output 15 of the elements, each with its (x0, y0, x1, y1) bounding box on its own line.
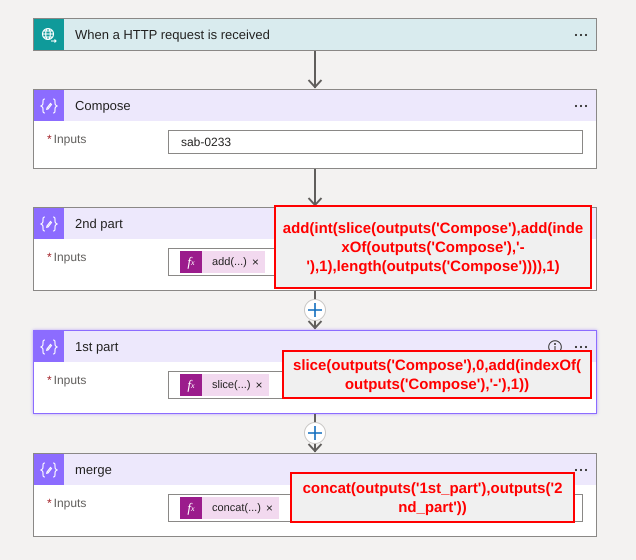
expression-tooltip: add(int(slice(outputs('Compose'),add(indexOf(outputs('Compose'),'-'),1),length(outputs('Compose')))),1) (274, 205, 592, 289)
card-title: When a HTTP request is received (75, 27, 270, 42)
card-title: Compose (75, 98, 131, 113)
card-title: 1st part (75, 339, 118, 354)
token-label: add(...) (212, 256, 247, 268)
field-label: * Inputs (47, 372, 88, 387)
field-label: * Inputs (47, 249, 88, 264)
expression-tooltip: concat(outputs('1st_part'),outputs('2nd_part')) (290, 472, 575, 523)
token-label: slice(...) (212, 379, 250, 391)
card-title: 2nd part (75, 216, 123, 231)
field-label: * Inputs (47, 131, 88, 146)
token-label: concat(...) (212, 502, 261, 514)
expression-tooltip: slice(outputs('Compose'),0,add(indexOf(outputs('Compose'),'-'),1)) (282, 350, 592, 399)
card-title: merge (75, 462, 112, 477)
field-label: * Inputs (47, 495, 88, 510)
